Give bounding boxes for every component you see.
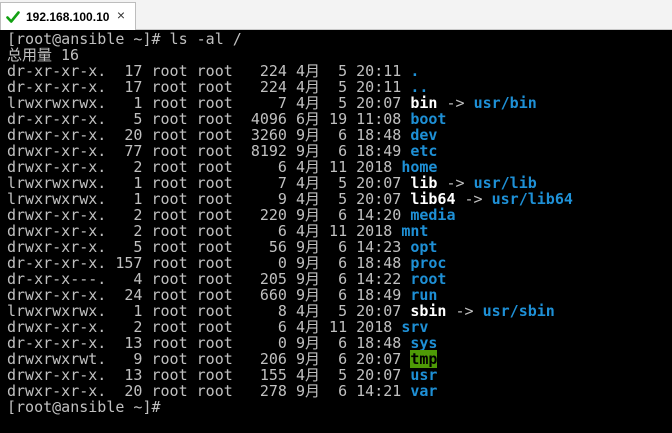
session-tab-title: 192.168.100.10 — [26, 9, 110, 24]
listing-row: drwxrwxrwt. 9 root root 206 9月 6 20:07 t… — [7, 350, 672, 368]
listing-row: lrwxrwxrwx. 1 root root 7 4月 5 20:07 bin… — [7, 95, 672, 111]
listing-row: dr-xr-xr-x. 5 root root 4096 6月 19 11:08… — [7, 111, 672, 127]
listing-row: drwxr-xr-x. 77 root root 8192 9月 6 18:49… — [7, 143, 672, 159]
listing-row: drwxr-xr-x. 24 root root 660 9月 6 18:49 … — [7, 287, 672, 303]
listing-row: drwxr-xr-x. 2 root root 6 4月 11 2018 mnt — [7, 223, 672, 239]
listing-row: drwxr-xr-x. 2 root root 6 4月 11 2018 srv — [7, 319, 672, 335]
time: 14:21 — [356, 382, 402, 400]
link-target: usr/sbin — [482, 302, 555, 320]
file-name: var — [410, 382, 438, 400]
group: root — [196, 382, 233, 400]
session-tab[interactable]: 192.168.100.10 × — [0, 2, 136, 30]
listing-row: drwxr-xr-x. 2 root root 6 4月 11 2018 hom… — [7, 159, 672, 175]
listing-row: drwxr-xr-x. 5 root root 56 9月 6 14:23 op… — [7, 239, 672, 255]
listing-row: drwxr-xr-x. 13 root root 155 4月 5 20:07 … — [7, 367, 672, 383]
listing-row: lrwxrwxrwx. 1 root root 7 4月 5 20:07 lib… — [7, 175, 672, 191]
close-icon[interactable]: × — [114, 8, 128, 22]
listing-row: dr-xr-xr-x. 17 root root 224 4月 5 20:11 … — [7, 63, 672, 79]
listing-row: lrwxrwxrwx. 1 root root 8 4月 5 20:07 sbi… — [7, 303, 672, 319]
listing-row: dr-xr-xr-x. 13 root root 0 9月 6 18:48 sy… — [7, 335, 672, 351]
listing-row: drwxr-xr-x. 20 root root 3260 9月 6 18:48… — [7, 127, 672, 143]
link-target: usr/bin — [473, 94, 537, 112]
listing-row: lrwxrwxrwx. 1 root root 9 4月 5 20:07 lib… — [7, 191, 672, 207]
directory-listing: dr-xr-xr-x. 17 root root 224 4月 5 20:11 … — [7, 63, 672, 399]
listing-row: drwxr-xr-x. 20 root root 278 9月 6 14:21 … — [7, 383, 672, 399]
listing-row: dr-xr-xr-x. 17 root root 224 4月 5 20:11 … — [7, 79, 672, 95]
listing-row: dr-xr-xr-x. 157 root root 0 9月 6 18:48 p… — [7, 255, 672, 271]
session-tab-bar: 192.168.100.10 × — [0, 0, 672, 30]
command-line: [root@ansible ~]# ls -al / — [7, 30, 242, 48]
prompt-line[interactable]: [root@ansible ~]# — [7, 399, 672, 415]
link-arrow: -> — [455, 190, 492, 208]
listing-row: drwxr-xr-x. 2 root root 220 9月 6 14:20 m… — [7, 207, 672, 223]
link-arrow: -> — [446, 302, 483, 320]
file-size: 278 — [232, 382, 287, 400]
month: 9月 — [296, 382, 321, 400]
check-icon — [6, 10, 20, 23]
listing-row: dr-xr-x---. 4 root root 205 9月 6 14:22 r… — [7, 271, 672, 287]
day: 6 — [320, 382, 348, 400]
terminal-output[interactable]: [root@ansible ~]# ls -al / 总用量 16 dr-xr-… — [0, 30, 672, 433]
link-target: usr/lib64 — [491, 190, 573, 208]
total-line: 总用量 16 — [7, 46, 80, 64]
